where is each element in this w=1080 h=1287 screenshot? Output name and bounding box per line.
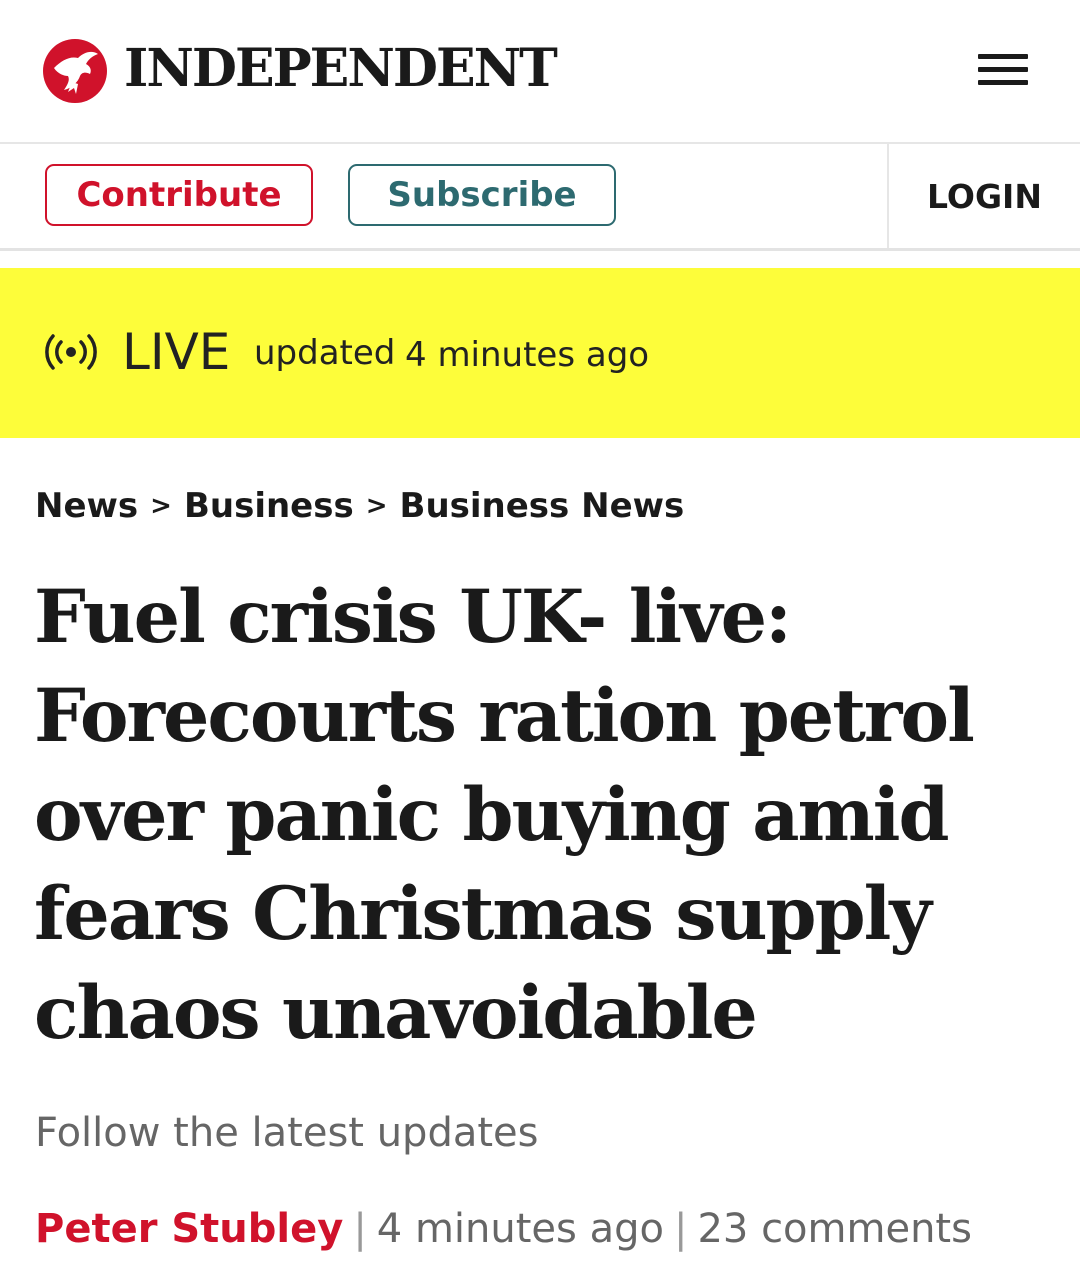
broadcast-icon <box>45 334 97 370</box>
breadcrumb-item-business[interactable]: Business <box>184 486 354 526</box>
byline: Peter Stubley | 4 minutes ago | 23 comments <box>35 1204 972 1254</box>
updated-time: 4 minutes ago <box>405 335 650 375</box>
publish-time: 4 minutes ago <box>376 1206 664 1252</box>
breadcrumb-item-business-news[interactable]: Business News <box>400 486 685 526</box>
site-header: INDEPENDENT <box>0 0 1080 144</box>
divider: | <box>353 1206 367 1252</box>
article-standfirst: Follow the latest updates <box>35 1110 539 1156</box>
headline-line: chaos unavoidable <box>34 970 758 1056</box>
author-link[interactable]: Peter Stubley <box>35 1206 343 1252</box>
live-label: LIVE <box>122 323 231 381</box>
brand-wordmark[interactable]: INDEPENDENT <box>124 38 558 100</box>
breadcrumb-separator: > <box>150 491 172 521</box>
breadcrumb: News > Business > Business News <box>35 484 684 528</box>
updated-label: updated <box>254 333 396 373</box>
divider: | <box>673 1206 688 1252</box>
subscribe-button[interactable]: Subscribe <box>348 164 616 226</box>
headline-line: Forecourts ration petrol <box>34 673 975 759</box>
hamburger-menu-icon[interactable] <box>976 52 1030 88</box>
eagle-logo-icon[interactable] <box>42 38 108 104</box>
article-headline: Fuel crisis UK- live: Forecourts ration … <box>34 568 1054 1063</box>
action-bar: Contribute Subscribe LOGIN <box>0 144 1080 251</box>
breadcrumb-separator: > <box>365 491 388 521</box>
contribute-button[interactable]: Contribute <box>45 164 313 226</box>
headline-line: over panic buying amid <box>34 772 950 858</box>
comments-link[interactable]: 23 comments <box>697 1206 972 1252</box>
headline-line: fears Christmas supply <box>34 871 932 957</box>
login-button[interactable]: LOGIN <box>889 144 1080 248</box>
headline-line: Fuel crisis UK- live: <box>34 574 792 660</box>
breadcrumb-item-news[interactable]: News <box>35 486 138 526</box>
